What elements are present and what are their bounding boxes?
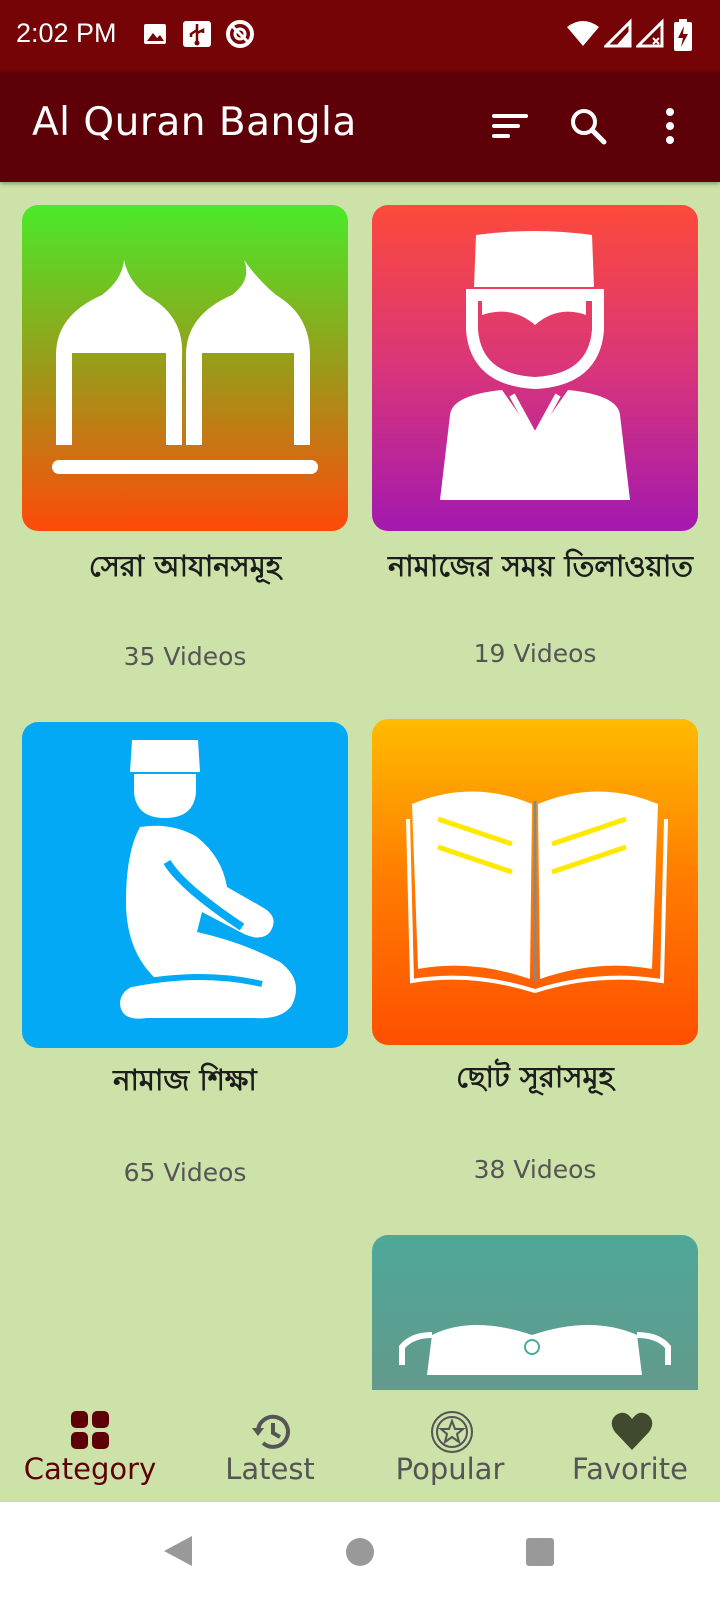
search-icon[interactable] <box>568 106 608 146</box>
image-notification-icon <box>144 24 166 44</box>
video-count: 65 Videos <box>123 1158 247 1187</box>
status-time: 2:02 PM <box>16 18 117 48</box>
system-navigation-bar <box>0 1502 720 1600</box>
history-icon <box>252 1414 290 1449</box>
category-name: নামাজের সময় তিলাওয়াত <box>388 549 693 583</box>
nav-popular[interactable]: Popular <box>360 1390 540 1502</box>
namaz-tile-image[interactable] <box>22 722 348 1048</box>
nav-category[interactable]: Category <box>0 1390 180 1502</box>
man-with-cap-icon <box>372 205 698 531</box>
star-badge-icon <box>431 1411 473 1453</box>
app-title: Al Quran Bangla <box>32 100 357 145</box>
category-name: ছোট সূরাসমূহ <box>456 1060 614 1094</box>
app-bar: Al Quran Bangla <box>0 72 720 182</box>
category-grid: সেরা আযানসমূহ 35 Videos নামাজের সময় তিল… <box>0 182 720 1390</box>
wifi-icon <box>567 21 599 46</box>
nav-favorite-label: Favorite <box>572 1452 688 1486</box>
category-name: সেরা আযানসমূহ <box>88 549 282 583</box>
signal-icon <box>604 18 632 48</box>
heart-icon <box>611 1412 653 1450</box>
battery-charging-icon <box>674 19 692 51</box>
azan-tile-image[interactable] <box>22 205 348 531</box>
bottom-navigation: Category Latest Popular Favorite <box>0 1390 720 1502</box>
back-icon[interactable] <box>162 1534 194 1568</box>
nav-category-label: Category <box>23 1452 157 1486</box>
grid-icon <box>71 1411 109 1449</box>
category-name: নামাজ শিক্ষা <box>113 1063 257 1097</box>
quran-tile-image[interactable] <box>372 1235 698 1390</box>
nav-latest-label: Latest <box>225 1452 315 1486</box>
open-book-icon <box>372 719 698 1045</box>
nav-popular-label: Popular <box>395 1452 505 1486</box>
nav-favorite[interactable]: Favorite <box>540 1390 720 1502</box>
recitation-tile-image[interactable] <box>372 205 698 531</box>
usb-notification-icon <box>183 21 211 47</box>
sort-icon[interactable] <box>490 106 530 146</box>
more-options-icon[interactable] <box>650 106 690 146</box>
home-icon[interactable] <box>344 1536 376 1568</box>
video-count: 35 Videos <box>123 642 247 671</box>
status-bar: 2:02 PM <box>0 0 720 72</box>
do-not-disturb-icon <box>226 20 254 48</box>
nav-latest[interactable]: Latest <box>180 1390 360 1502</box>
signal-no-data-icon <box>636 18 664 48</box>
video-count: 38 Videos <box>473 1155 597 1184</box>
surah-tile-image[interactable] <box>372 719 698 1045</box>
quran-book-icon <box>372 1235 698 1390</box>
recents-icon[interactable] <box>524 1536 556 1568</box>
mosque-domes-icon <box>22 205 348 531</box>
praying-man-icon <box>22 722 348 1048</box>
video-count: 19 Videos <box>473 639 597 668</box>
